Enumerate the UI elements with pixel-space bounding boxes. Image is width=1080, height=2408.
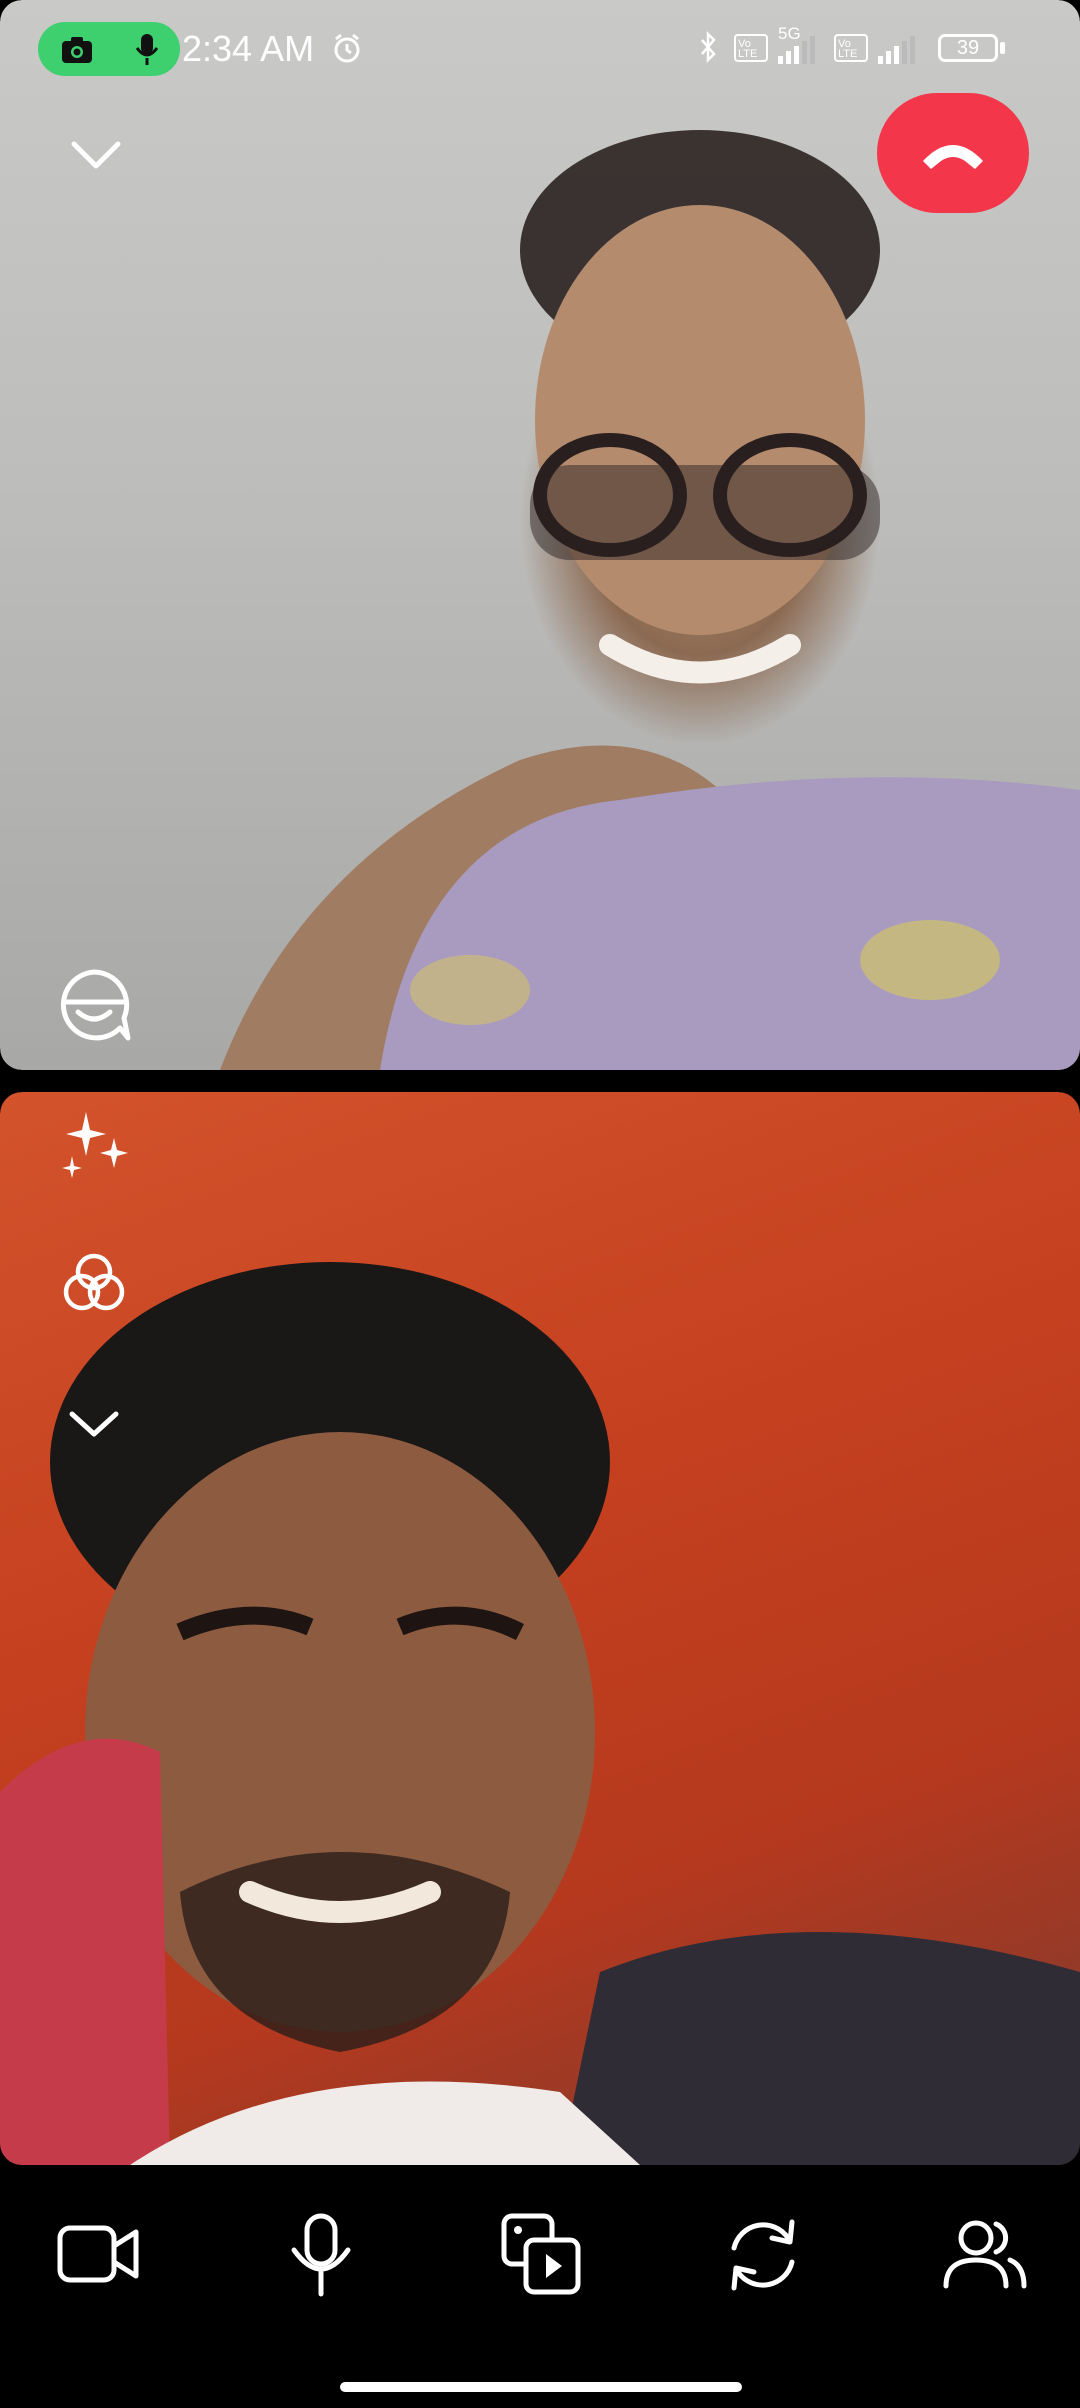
participants-icon [943,2220,1027,2289]
face-bubble-icon [60,969,131,1041]
self-view-frame [0,1262,1080,2165]
sparkles-icon [62,1112,128,1178]
bluetooth-icon [701,30,716,64]
minimize-call-button[interactable] [66,130,126,180]
camera-in-use-icon [62,37,92,63]
switch-camera-icon [731,2219,795,2291]
recording-indicator [38,22,180,76]
microphone-icon [291,2213,351,2297]
phone-hangup-icon [923,145,983,169]
switch-camera-button[interactable] [722,2212,804,2298]
end-call-button[interactable] [877,93,1029,213]
filters-icon [63,1253,125,1311]
signal-strength-icon-1 [778,36,815,64]
toggle-mic-button[interactable] [286,2210,356,2300]
battery-tip [1000,42,1005,54]
toggle-camera-button[interactable] [56,2214,142,2294]
share-media-button[interactable] [500,2212,584,2298]
participants-button[interactable] [940,2214,1030,2294]
video-camera-icon [57,2225,139,2283]
battery-indicator: 39 [938,34,998,62]
signal-strength-icon-2 [878,36,915,64]
mic-in-use-icon [135,34,159,65]
share-media-icon [501,2213,581,2295]
chevron-down-icon [69,1411,119,1437]
volte-badge-2: Vo LTE [834,34,868,62]
status-bar: 2:34 AM Vo LTE 5G Vo LTE 39 [0,0,1080,100]
status-time: 2:34 AM [182,28,315,69]
chevron-down-icon [71,141,121,169]
more-effects-button[interactable] [66,1404,122,1444]
effects-button[interactable] [56,1108,132,1180]
alarm-icon [334,33,360,63]
reactions-button[interactable] [54,966,134,1046]
volte-badge-1: Vo LTE [734,34,768,62]
status-icons: Vo LTE 5G Vo LTE 39 [696,24,1036,72]
home-indicator[interactable] [340,2382,742,2392]
self-view-video[interactable] [0,1092,1080,2165]
filters-button[interactable] [56,1248,132,1320]
